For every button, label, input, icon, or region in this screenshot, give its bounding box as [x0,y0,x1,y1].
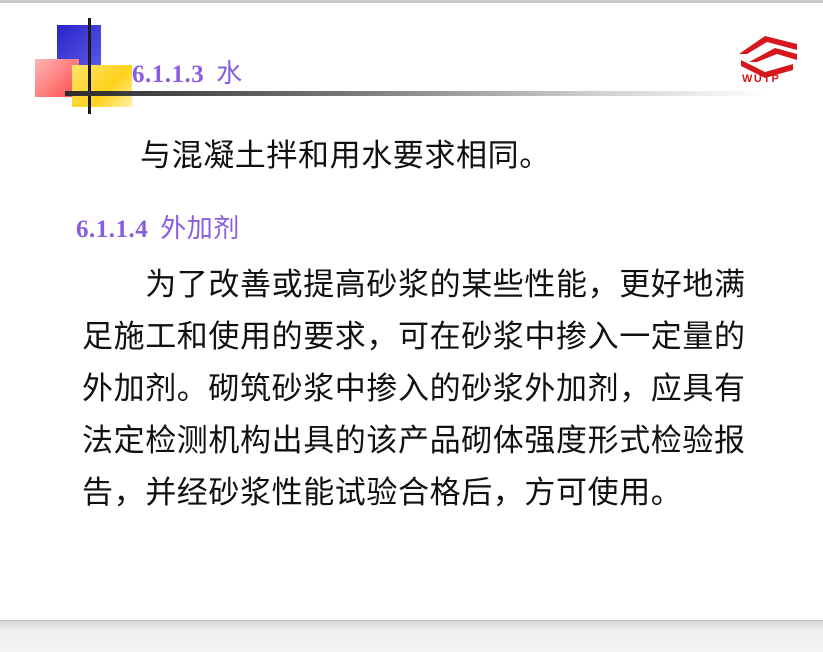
section-title: 水 [216,59,243,89]
paragraph-line: 告，并经砂浆性能试验合格后，方可使用。 [82,475,683,511]
section-heading-admixture: 6.1.1.4 外加剂 [76,208,240,245]
section-title: 外加剂 [160,214,240,244]
paragraph-line: 为了改善或提高砂浆的某些性能，更好地满 [82,267,746,303]
bottom-scroll-area [0,620,823,652]
logo-text: WUTP [742,73,781,85]
slide: 6.1.1.3 水 WUTP 与混凝土拌和用水要求相同。 6.1.1.4 外加剂 为… [0,3,823,620]
section-number: 6.1.1.3 [132,61,205,88]
section-heading-water: 6.1.1.3 水 [132,53,243,90]
paragraph-line: 足施工和使用的要求，可在砂浆中掺入一定量的 [82,319,746,355]
paragraph-line: 外加剂。砌筑砂浆中掺入的砂浆外加剂，应具有 [82,371,746,407]
decor-yellow-square [72,65,132,107]
decor-vertical-line [88,18,91,114]
decor-horizontal-rule [65,91,770,96]
paragraph-line: 法定检测机构出具的该产品砌体强度形式检验报 [82,423,746,459]
paragraph-water: 与混凝土拌和用水要求相同。 [140,138,551,174]
section-number: 6.1.1.4 [76,216,149,243]
